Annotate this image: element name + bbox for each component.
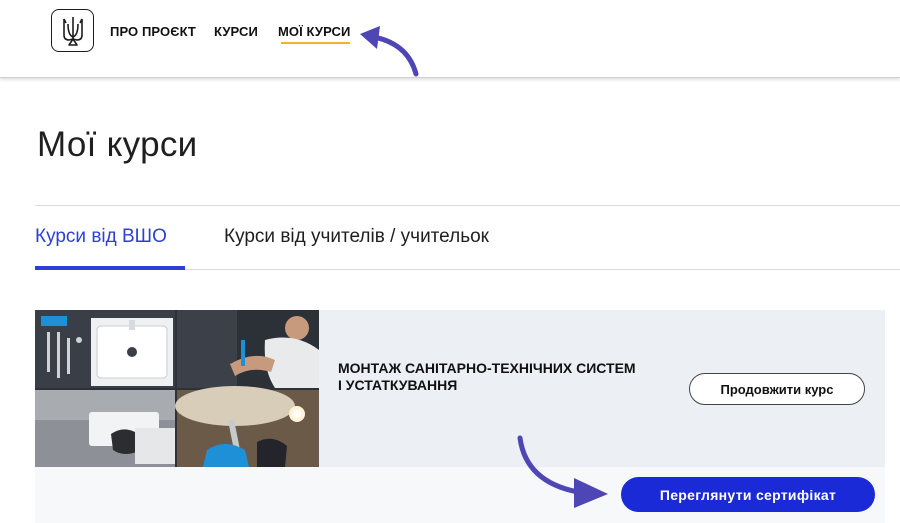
continue-course-button[interactable]: Продовжити курс bbox=[689, 373, 865, 405]
nav-about[interactable]: ПРО ПРОЄКТ bbox=[110, 24, 196, 39]
course-card: МОНТАЖ САНІТАРНО-ТЕХНІЧНИХ СИСТЕМ І УСТА… bbox=[35, 310, 885, 467]
trident-logo-icon[interactable] bbox=[51, 9, 94, 52]
nav-courses[interactable]: КУРСИ bbox=[214, 24, 258, 39]
divider bbox=[35, 205, 900, 206]
view-certificate-button[interactable]: Переглянути сертифікат bbox=[621, 477, 875, 512]
tab-active-indicator bbox=[35, 266, 185, 270]
tab-vsho-courses[interactable]: Курси від ВШО bbox=[35, 226, 167, 248]
site-header: ПРО ПРОЄКТ КУРСИ МОЇ КУРСИ bbox=[0, 0, 900, 78]
nav-my-courses[interactable]: МОЇ КУРСИ bbox=[278, 24, 350, 39]
course-image[interactable] bbox=[35, 310, 319, 467]
tab-teacher-courses[interactable]: Курси від учителів / учительок bbox=[224, 226, 489, 248]
course-title: МОНТАЖ САНІТАРНО-ТЕХНІЧНИХ СИСТЕМ І УСТА… bbox=[338, 360, 636, 393]
nav-active-underline bbox=[281, 42, 350, 44]
page-title: Мої курси bbox=[37, 125, 198, 164]
